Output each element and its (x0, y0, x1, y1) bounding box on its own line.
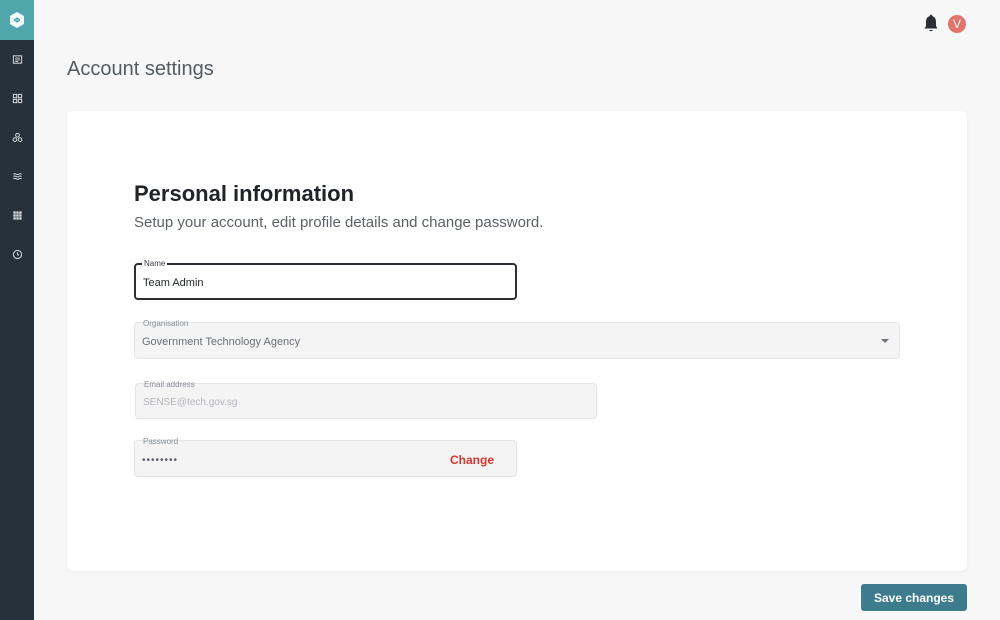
save-changes-button[interactable]: Save changes (861, 584, 967, 611)
section-title: Personal information (134, 181, 355, 206)
cluster-icon (12, 132, 22, 142)
notifications-button[interactable] (922, 14, 940, 34)
sidebar-item-dashboard[interactable] (0, 86, 34, 110)
chevron-down-icon[interactable] (881, 339, 889, 343)
bell-icon (924, 14, 938, 32)
password-label: Password (143, 437, 179, 446)
email-value: SENSE@tech.gov.sg (143, 397, 238, 408)
password-field: Password •••••••• Change (134, 437, 517, 477)
page-title: Account settings (67, 58, 214, 80)
name-field[interactable]: Name Team Admin (134, 259, 517, 300)
sidebar (0, 0, 34, 620)
password-value: •••••••• (142, 455, 179, 466)
apps-grid-icon (12, 210, 22, 220)
sidebar-item-history[interactable] (0, 242, 34, 266)
dashboard-grid-icon (12, 93, 22, 103)
sidebar-item-cluster[interactable] (0, 125, 34, 149)
sidebar-item-apps[interactable] (0, 203, 34, 227)
clock-icon (12, 249, 22, 259)
organisation-label: Organisation (143, 319, 189, 328)
avatar[interactable]: V (948, 15, 966, 33)
organisation-value: Government Technology Agency (142, 336, 301, 348)
filters-icon (12, 172, 22, 180)
sidebar-item-news[interactable] (0, 47, 34, 71)
section-subtitle: Setup your account, edit profile details… (134, 214, 544, 231)
logo[interactable] (0, 0, 34, 40)
newspaper-icon (12, 54, 22, 64)
name-field-label: Name (142, 259, 168, 269)
organisation-select[interactable]: Organisation Government Technology Agenc… (134, 319, 900, 359)
sense-logo-icon (10, 12, 24, 28)
name-field-value[interactable]: Team Admin (143, 277, 204, 289)
email-field: Email address SENSE@tech.gov.sg (135, 380, 597, 419)
change-password-link[interactable]: Change (450, 453, 494, 467)
email-label: Email address (144, 380, 195, 389)
sidebar-item-filters[interactable] (0, 164, 34, 188)
personal-info-card: Personal information Setup your account,… (67, 111, 967, 571)
